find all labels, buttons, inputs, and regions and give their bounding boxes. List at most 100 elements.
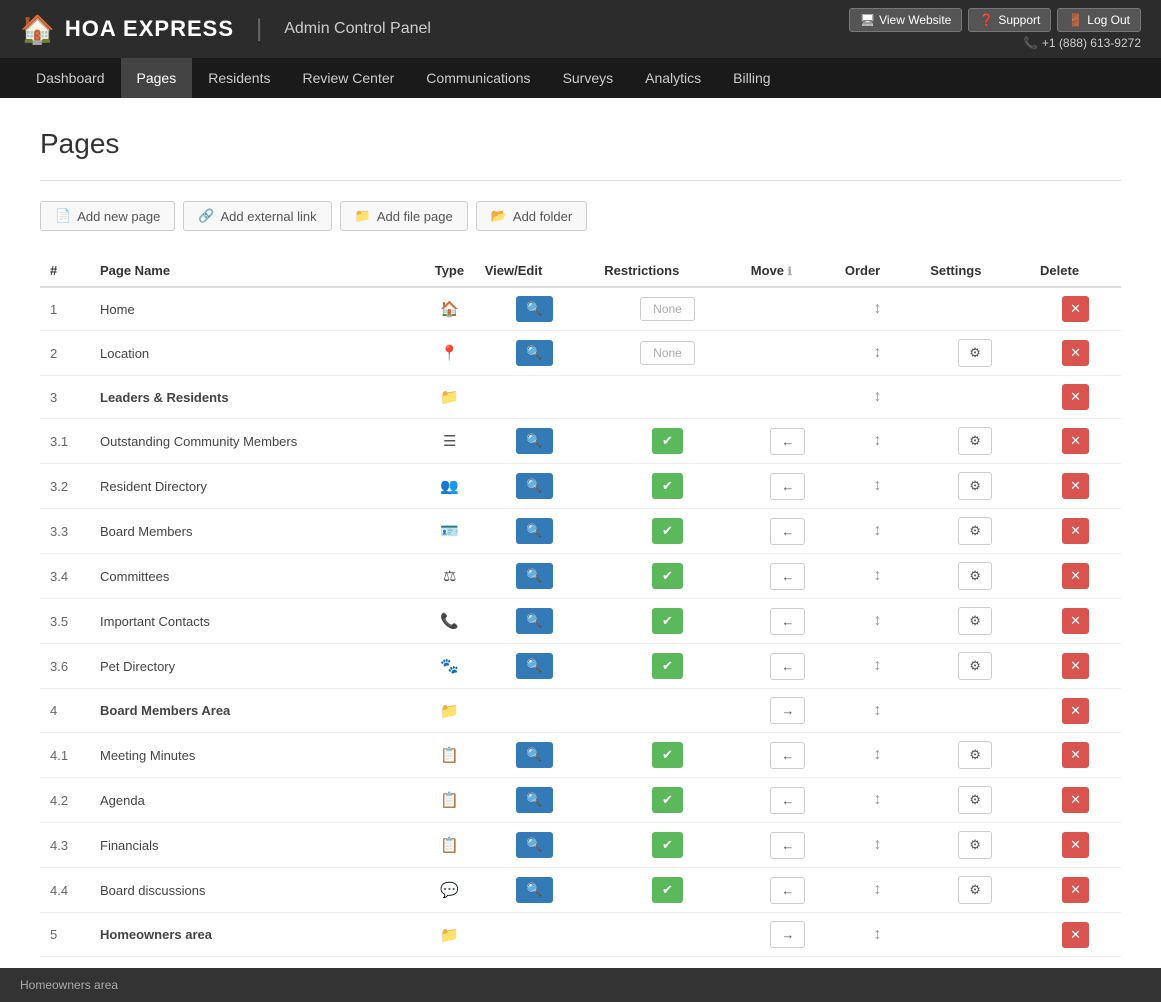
row-order[interactable]: ↕	[835, 733, 920, 778]
nav-communications[interactable]: Communications	[410, 58, 546, 98]
row-view-edit[interactable]: 🔍	[475, 644, 595, 689]
row-view-edit[interactable]: 🔍	[475, 823, 595, 868]
delete-button[interactable]: ✕	[1062, 296, 1089, 322]
row-order[interactable]: ↕	[835, 331, 920, 376]
row-settings[interactable]: ⚙	[920, 778, 1030, 823]
restriction-check-button[interactable]: ✔	[652, 518, 683, 544]
restriction-none-label[interactable]: None	[640, 341, 695, 365]
row-delete[interactable]: ✕	[1030, 287, 1121, 331]
row-settings[interactable]: ⚙	[920, 823, 1030, 868]
nav-dashboard[interactable]: Dashboard	[20, 58, 121, 98]
row-delete[interactable]: ✕	[1030, 733, 1121, 778]
row-move[interactable]: →	[741, 689, 835, 733]
row-delete[interactable]: ✕	[1030, 913, 1121, 957]
restriction-none-label[interactable]: None	[640, 297, 695, 321]
delete-button[interactable]: ✕	[1062, 608, 1089, 634]
delete-button[interactable]: ✕	[1062, 384, 1089, 410]
delete-button[interactable]: ✕	[1062, 742, 1089, 768]
row-move[interactable]: ←	[741, 823, 835, 868]
delete-button[interactable]: ✕	[1062, 877, 1089, 903]
row-settings[interactable]: ⚙	[920, 554, 1030, 599]
restriction-check-button[interactable]: ✔	[652, 653, 683, 679]
row-delete[interactable]: ✕	[1030, 509, 1121, 554]
settings-button[interactable]: ⚙	[958, 607, 992, 635]
view-edit-button[interactable]: 🔍	[516, 428, 552, 454]
logout-button[interactable]: 🚪 Log Out	[1057, 8, 1141, 32]
row-order[interactable]: ↕	[835, 554, 920, 599]
row-view-edit[interactable]: 🔍	[475, 868, 595, 913]
move-left-button[interactable]: ←	[770, 608, 805, 635]
support-button[interactable]: ❓ Support	[968, 8, 1051, 32]
move-left-button[interactable]: ←	[770, 787, 805, 814]
restriction-check-button[interactable]: ✔	[652, 832, 683, 858]
row-delete[interactable]: ✕	[1030, 599, 1121, 644]
row-delete[interactable]: ✕	[1030, 778, 1121, 823]
view-edit-button[interactable]: 🔍	[516, 296, 552, 322]
settings-button[interactable]: ⚙	[958, 562, 992, 590]
row-order[interactable]: ↕	[835, 419, 920, 464]
delete-button[interactable]: ✕	[1062, 340, 1089, 366]
row-settings[interactable]: ⚙	[920, 331, 1030, 376]
nav-pages[interactable]: Pages	[121, 58, 193, 98]
row-order[interactable]: ↕	[835, 689, 920, 733]
row-delete[interactable]: ✕	[1030, 464, 1121, 509]
row-view-edit[interactable]: 🔍	[475, 509, 595, 554]
delete-button[interactable]: ✕	[1062, 653, 1089, 679]
row-move[interactable]: ←	[741, 868, 835, 913]
row-settings[interactable]: ⚙	[920, 733, 1030, 778]
row-view-edit[interactable]: 🔍	[475, 331, 595, 376]
nav-residents[interactable]: Residents	[192, 58, 286, 98]
delete-button[interactable]: ✕	[1062, 698, 1089, 724]
settings-button[interactable]: ⚙	[958, 652, 992, 680]
settings-button[interactable]: ⚙	[958, 786, 992, 814]
move-right-button[interactable]: →	[770, 697, 805, 724]
delete-button[interactable]: ✕	[1062, 473, 1089, 499]
view-edit-button[interactable]: 🔍	[516, 608, 552, 634]
row-settings[interactable]: ⚙	[920, 644, 1030, 689]
restriction-check-button[interactable]: ✔	[652, 473, 683, 499]
row-delete[interactable]: ✕	[1030, 376, 1121, 419]
restriction-check-button[interactable]: ✔	[652, 428, 683, 454]
row-delete[interactable]: ✕	[1030, 868, 1121, 913]
row-view-edit[interactable]: 🔍	[475, 419, 595, 464]
row-view-edit[interactable]: 🔍	[475, 287, 595, 331]
row-delete[interactable]: ✕	[1030, 419, 1121, 464]
add-external-link-button[interactable]: 🔗 Add external link	[183, 201, 331, 231]
row-view-edit[interactable]: 🔍	[475, 464, 595, 509]
row-order[interactable]: ↕	[835, 599, 920, 644]
settings-button[interactable]: ⚙	[958, 741, 992, 769]
view-website-button[interactable]: 🖥 View Website	[849, 8, 963, 32]
settings-button[interactable]: ⚙	[958, 831, 992, 859]
row-view-edit[interactable]: 🔍	[475, 599, 595, 644]
nav-surveys[interactable]: Surveys	[547, 58, 630, 98]
row-settings[interactable]: ⚙	[920, 868, 1030, 913]
move-left-button[interactable]: ←	[770, 473, 805, 500]
row-order[interactable]: ↕	[835, 868, 920, 913]
row-delete[interactable]: ✕	[1030, 331, 1121, 376]
move-left-button[interactable]: ←	[770, 563, 805, 590]
settings-button[interactable]: ⚙	[958, 427, 992, 455]
row-move[interactable]: ←	[741, 778, 835, 823]
row-view-edit[interactable]: 🔍	[475, 778, 595, 823]
row-move[interactable]: ←	[741, 644, 835, 689]
row-settings[interactable]: ⚙	[920, 419, 1030, 464]
delete-button[interactable]: ✕	[1062, 922, 1089, 948]
row-move[interactable]: ←	[741, 554, 835, 599]
move-right-button[interactable]: →	[770, 921, 805, 948]
restriction-check-button[interactable]: ✔	[652, 742, 683, 768]
row-settings[interactable]: ⚙	[920, 509, 1030, 554]
settings-button[interactable]: ⚙	[958, 876, 992, 904]
row-settings[interactable]: ⚙	[920, 464, 1030, 509]
row-delete[interactable]: ✕	[1030, 554, 1121, 599]
footer-homeowners-link[interactable]: Homeowners area	[20, 978, 118, 992]
row-order[interactable]: ↕	[835, 913, 920, 957]
row-order[interactable]: ↕	[835, 644, 920, 689]
view-edit-button[interactable]: 🔍	[516, 340, 552, 366]
delete-button[interactable]: ✕	[1062, 832, 1089, 858]
row-order[interactable]: ↕	[835, 287, 920, 331]
add-file-page-button[interactable]: 📁 Add file page	[340, 201, 468, 231]
row-move[interactable]: ←	[741, 599, 835, 644]
settings-button[interactable]: ⚙	[958, 339, 992, 367]
row-move[interactable]: ←	[741, 733, 835, 778]
view-edit-button[interactable]: 🔍	[516, 518, 552, 544]
